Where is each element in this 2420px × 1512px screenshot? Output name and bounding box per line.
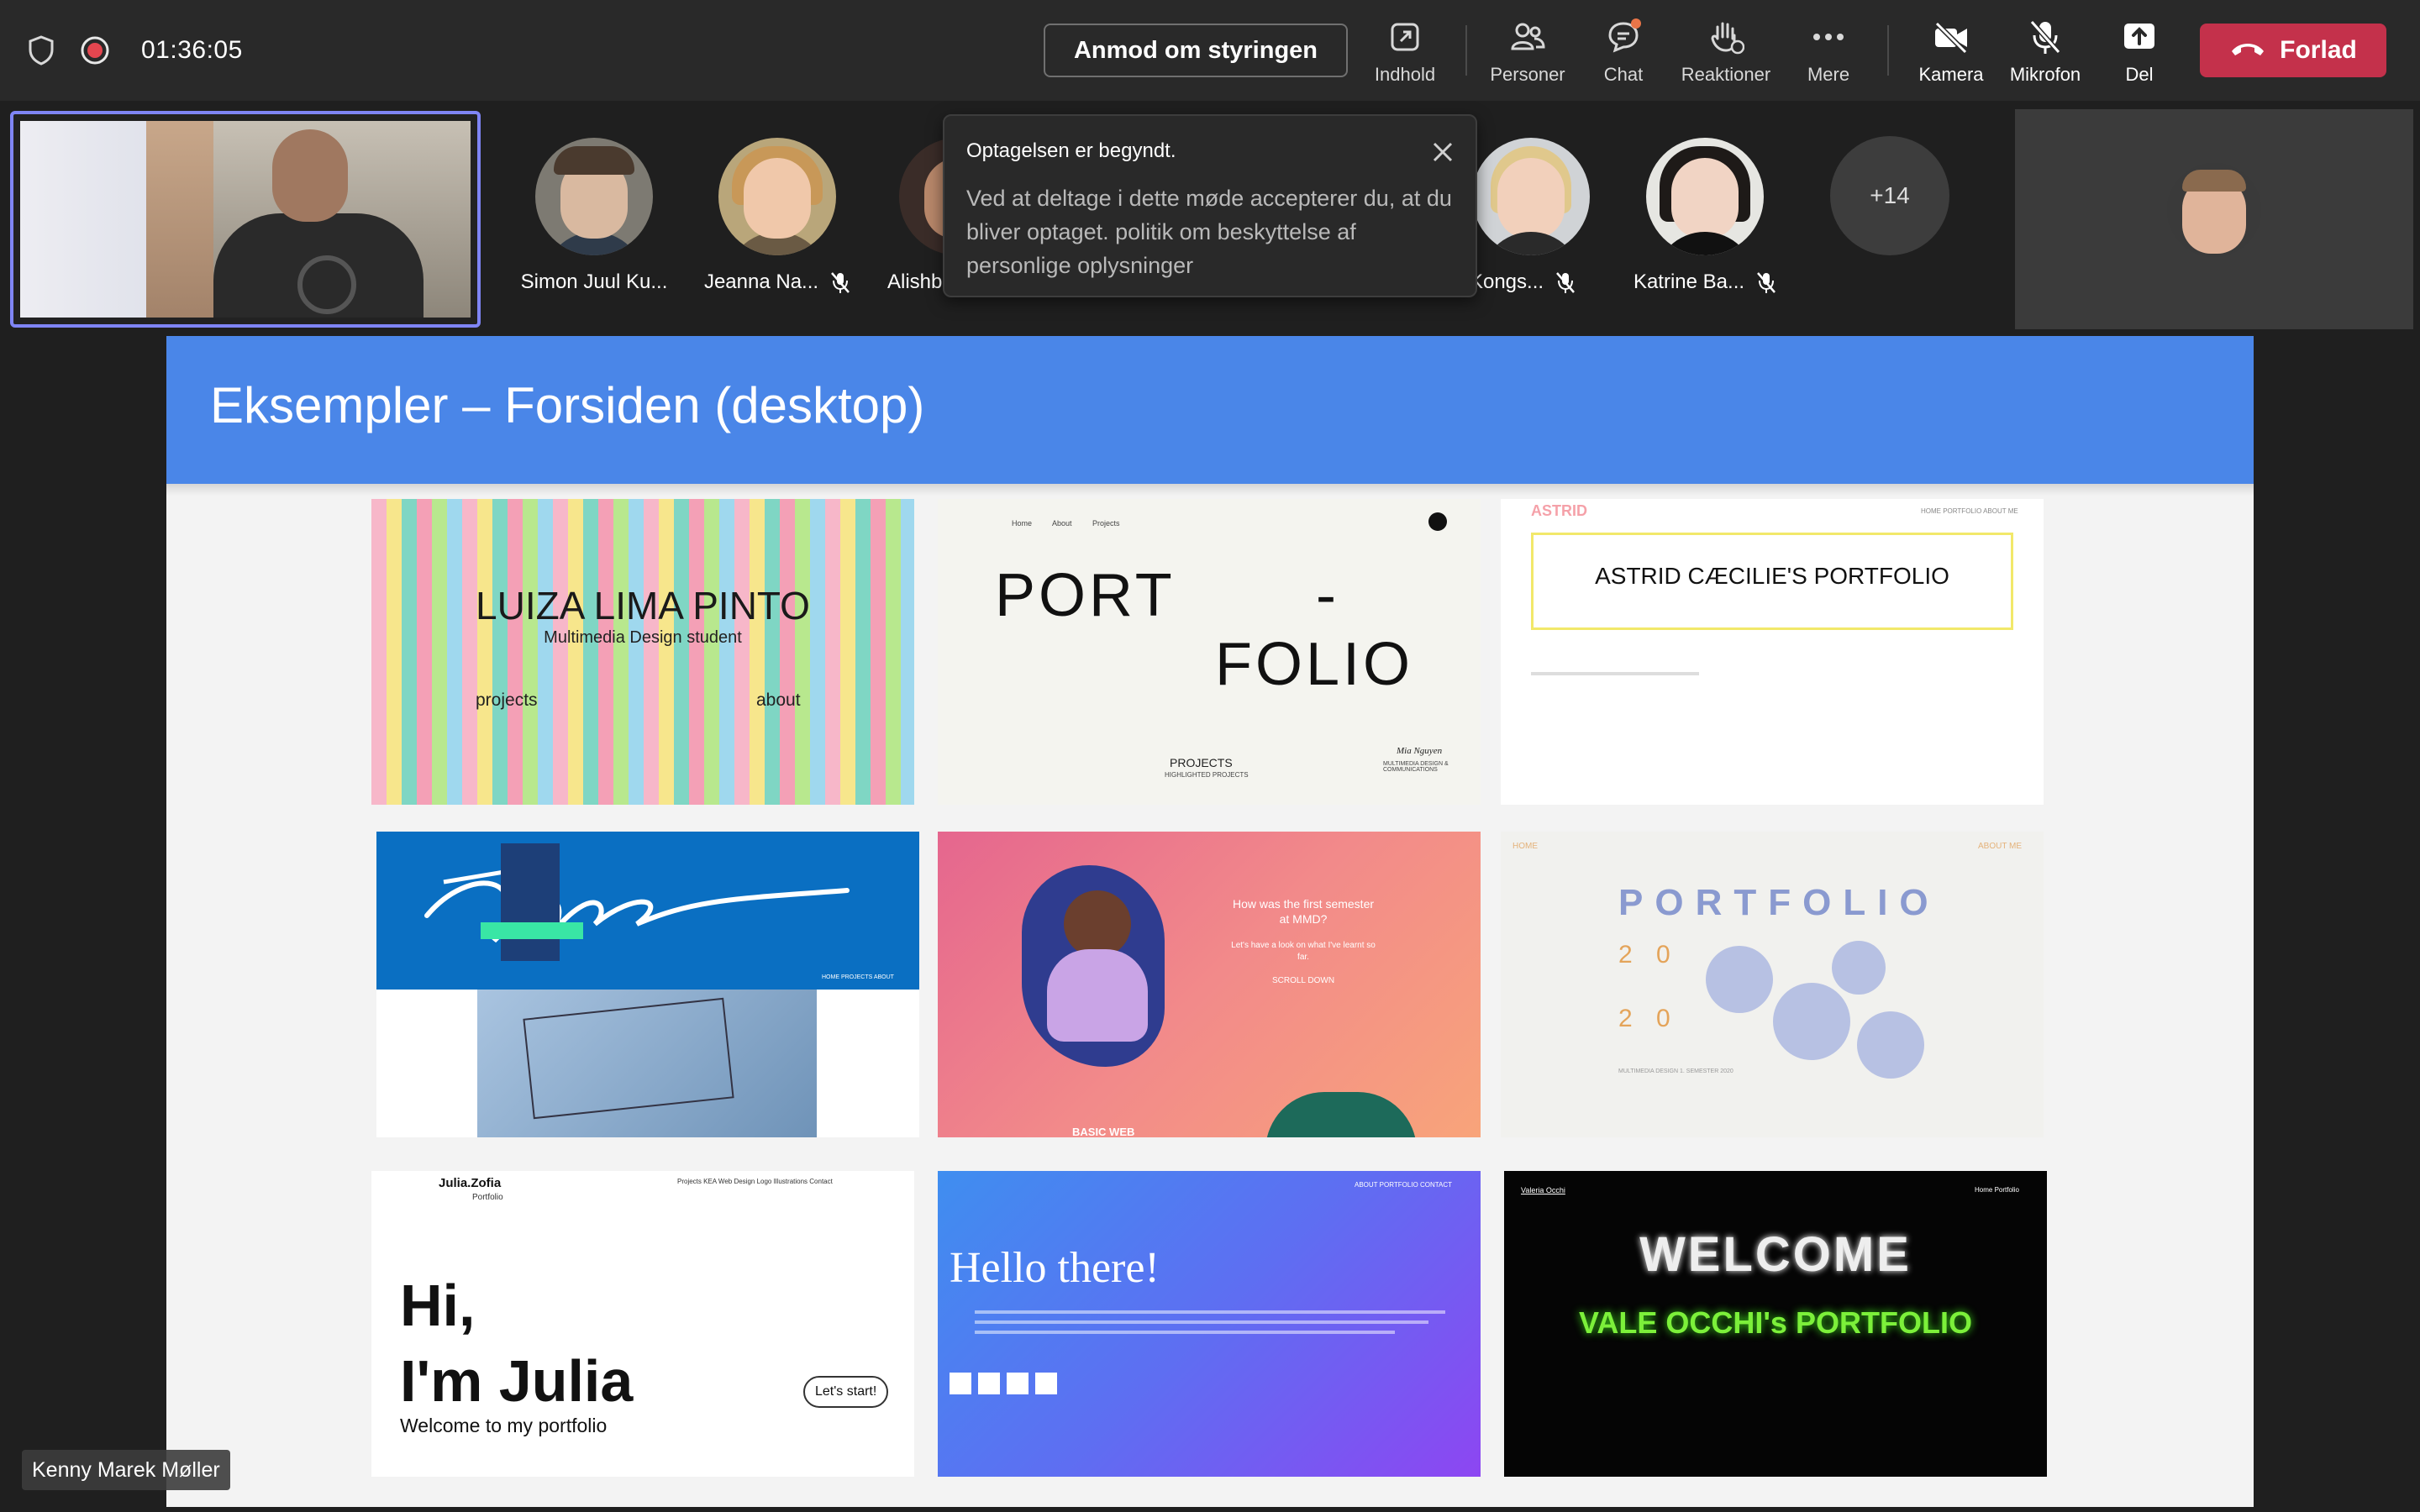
presenter-video[interactable] (10, 111, 481, 328)
notification-title: Optagelsen er begyndt. (966, 139, 1176, 162)
mic-button[interactable]: Mikrofon (2003, 15, 2087, 91)
participant-name: Simon Juul Ku... (520, 270, 668, 293)
example-thumbnail: LUIZA LIMA PINTO Multimedia Design stude… (371, 499, 914, 805)
avatar (1472, 138, 1590, 255)
more-button[interactable]: Mere (1795, 15, 1862, 91)
mic-label: Mikrofon (2009, 64, 2081, 85)
example-thumbnail: How was the first semester at MMD? Let's… (938, 832, 1481, 1137)
slide-header: Eksempler – Forsiden (desktop) (166, 336, 2254, 484)
camera-label: Kamera (1918, 64, 1984, 85)
slide-title: Eksempler – Forsiden (desktop) (210, 377, 925, 433)
share-label: Del (2125, 64, 2154, 85)
share-content-icon (1385, 15, 1425, 59)
more-label: Mere (1807, 64, 1850, 85)
notification-body[interactable]: Ved at deltage i dette møde accepterer d… (966, 181, 1454, 282)
example-thumbnail: HOME ABOUT ME PORTFOLIO 2 0 2 0 MULTIMED… (1501, 832, 2044, 1137)
chat-label: Chat (1603, 64, 1644, 85)
avatar (1646, 138, 1764, 255)
mic-muted-icon (1756, 270, 1776, 294)
request-control-button[interactable]: Anmod om styringen (1044, 24, 1348, 77)
recording-icon (79, 34, 111, 66)
participant-tile[interactable]: Katrine Ba... (1617, 138, 1793, 306)
mic-muted-icon (1555, 270, 1576, 294)
mic-muted-icon (830, 270, 850, 294)
example-thumbnail: HOME PROJECTS ABOUT (376, 832, 919, 1137)
toolbar-divider (1887, 25, 1889, 76)
share-button[interactable]: Del (2106, 15, 2173, 91)
example-thumbnail: Valeria Occhi Home Portfolio WELCOME VAL… (1504, 1171, 2047, 1477)
content-label: Indhold (1374, 64, 1436, 85)
example-thumbnail: ASTRID HOME PORTFOLIO ABOUT ME ASTRID CÆ… (1501, 499, 2044, 805)
recording-notification: Optagelsen er begyndt. Ved at deltage i … (943, 114, 1477, 297)
chat-icon (1603, 15, 1644, 59)
hang-up-icon (2229, 36, 2266, 65)
participant-name: Jeanna Na... (689, 270, 865, 294)
participant-name: Katrine Ba... (1617, 270, 1793, 294)
toolbar-divider (1465, 25, 1467, 76)
camera-off-icon (1931, 15, 1971, 59)
people-button[interactable]: Personer (1486, 15, 1570, 91)
more-icon (1808, 15, 1849, 59)
participant-name: Alishb (887, 270, 943, 293)
close-icon[interactable] (1430, 139, 1455, 165)
people-label: Personer (1490, 64, 1565, 85)
more-participants-button[interactable]: +14 (1830, 136, 1949, 255)
avatar (899, 138, 950, 255)
meeting-status: 01:36:05 (25, 32, 243, 69)
chat-button[interactable]: Chat (1590, 15, 1657, 91)
mic-off-icon (2025, 15, 2065, 59)
example-thumbnail: ABOUT PORTFOLIO CONTACT Hello there! (938, 1171, 1481, 1477)
shared-screen: Eksempler – Forsiden (desktop) LUIZA LIM… (166, 336, 2254, 1507)
people-icon (1507, 15, 1548, 59)
content-button[interactable]: Indhold (1371, 15, 1439, 91)
reactions-label: Reaktioner (1681, 64, 1771, 85)
leave-label: Forlad (2280, 36, 2357, 64)
presenter-name-label: Kenny Marek Møller (22, 1450, 230, 1490)
raise-hand-icon (1706, 15, 1746, 59)
presenter-video-feed (20, 121, 471, 318)
example-thumbnail: Julia.Zofia Portfolio Projects KEA Web D… (371, 1171, 914, 1477)
participant-tile[interactable]: Simon Juul Ku... (506, 138, 682, 306)
example-thumbnail: Home About Projects PORT - FOLIO PROJECT… (938, 499, 1481, 805)
camera-button[interactable]: Kamera (1909, 15, 1993, 91)
share-screen-icon (2119, 15, 2160, 59)
avatar (718, 138, 836, 255)
leave-button[interactable]: Forlad (2200, 24, 2386, 77)
reactions-button[interactable]: Reaktioner (1676, 15, 1776, 91)
participant-tile[interactable]: Alishb (874, 138, 950, 306)
avatar (2167, 163, 2261, 257)
participant-tile[interactable]: Jeanna Na... (689, 138, 865, 306)
shield-icon[interactable] (25, 34, 57, 66)
meeting-timer: 01:36:05 (141, 36, 243, 64)
participant-tile[interactable] (2015, 109, 2413, 329)
avatar (535, 138, 653, 255)
meeting-toolbar: 01:36:05 Anmod om styringen Indhold Pers… (0, 0, 2420, 101)
